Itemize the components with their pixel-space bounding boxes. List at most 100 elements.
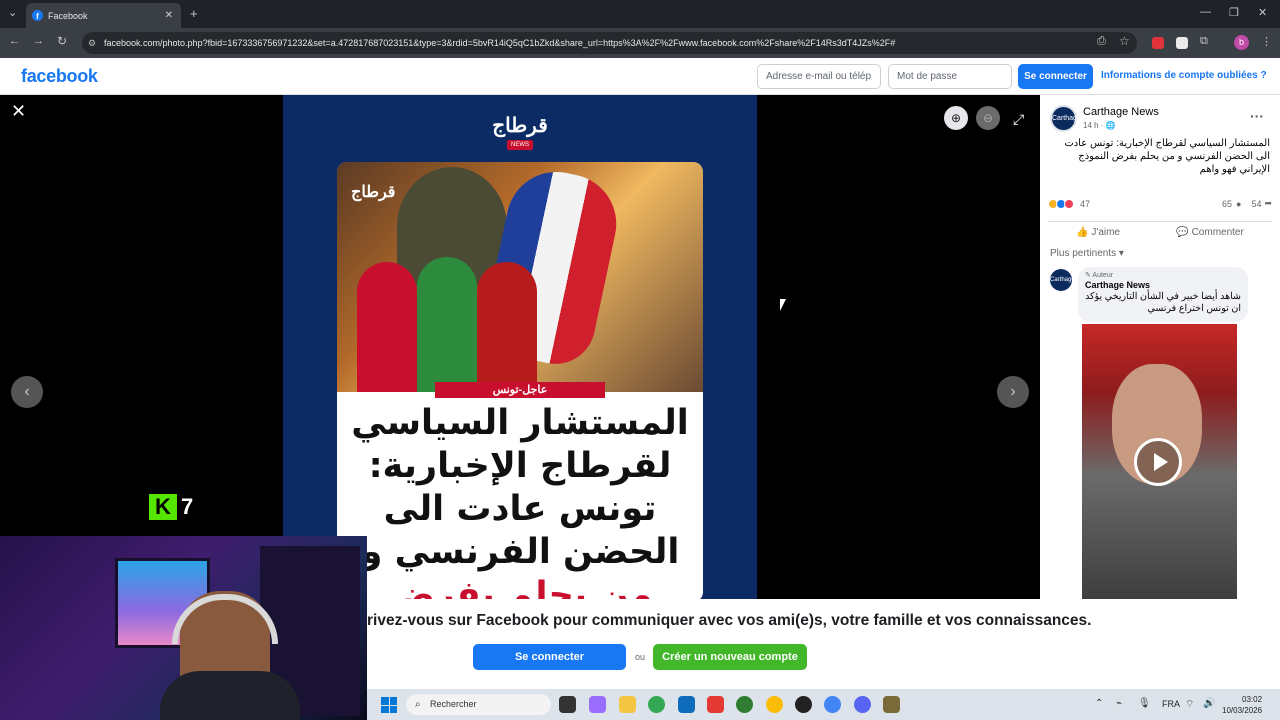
bookmark-star-icon[interactable]: ☆ (1119, 34, 1130, 48)
facebook-favicon-icon: f (32, 10, 43, 21)
extension-red-icon[interactable] (1152, 37, 1164, 49)
file-explorer-icon[interactable] (619, 696, 636, 713)
photo-brand-logo: قرطاج (492, 115, 548, 137)
share-count[interactable]: 54 (1251, 199, 1261, 209)
app-icon[interactable] (883, 696, 900, 713)
tray-chevron-icon[interactable]: ⌃ (1095, 698, 1103, 709)
close-viewer-icon[interactable]: ✕ (11, 101, 26, 122)
like-icon: 👍 (1076, 227, 1089, 238)
windows-start-icon[interactable] (381, 697, 397, 713)
facebook-logo[interactable]: facebook (21, 66, 98, 87)
extensions-puzzle-icon[interactable]: ⧉ (1200, 35, 1208, 48)
browser-tab-bar: ⌄ f Facebook ✕ + — ❐ ✕ (0, 0, 1280, 28)
tray-wifi-icon[interactable]: ⌔ (1185, 698, 1194, 711)
restore-icon[interactable]: ❐ (1229, 6, 1239, 19)
comment-text: شاهد أيضا خبير في الشأن التاريخي يؤكد ان… (1085, 291, 1241, 314)
reload-icon[interactable]: ↻ (57, 34, 67, 48)
child-tunisia-flag (357, 262, 417, 392)
headline-red-text: من يحلم بفرض النموذج الإيراني فهو واهم (387, 575, 653, 599)
photo-card: قرطاج عاجل-تونس المستشار السياسي لقرطاج … (337, 162, 703, 599)
next-photo-button[interactable]: › (997, 376, 1029, 408)
tab-list-icon[interactable]: ⌄ (8, 6, 17, 19)
taskbar-clock[interactable]: 03:02 10/03/2026 (1222, 694, 1262, 716)
comment-bubble: ✎ Auteur Carthage News شاهد أيضا خبير في… (1078, 267, 1248, 322)
taskbar-search[interactable]: ⌕ Rechercher (406, 694, 551, 715)
comment-video-thumbnail[interactable] (1082, 324, 1237, 599)
page-name[interactable]: Carthage News (1083, 106, 1159, 118)
reactions-summary[interactable]: 47 65 ● 54 ➦ (1048, 198, 1272, 209)
tray-network-icon[interactable]: ⌁ (1116, 698, 1122, 709)
windows-taskbar: ⌕ Rechercher ⌃ ⌁ 🎙 FRA ⌔ 🔊 03:02 10/03/2… (367, 689, 1280, 720)
email-field[interactable]: Adresse e-mail ou télép (757, 64, 881, 89)
login-button[interactable]: Se connecter (1018, 64, 1093, 89)
wps-icon[interactable] (707, 696, 724, 713)
keyboard-language[interactable]: FRA (1162, 699, 1180, 709)
share-count-icon: ➦ (1264, 198, 1272, 208)
comment-button[interactable]: 💬 Commenter (1176, 227, 1243, 238)
close-window-icon[interactable]: ✕ (1258, 6, 1267, 19)
globe-icon: 🌐 (1105, 121, 1116, 130)
comment-author-avatar[interactable]: Carthage (1050, 269, 1075, 291)
post-actions: 👍 J'aime 💬 Commenter (1048, 221, 1272, 243)
urgent-label: عاجل-تونس (435, 382, 605, 398)
comment-sort-dropdown[interactable]: Plus pertinents ▾ (1050, 248, 1124, 259)
fullscreen-icon[interactable]: ⤢ (1013, 111, 1024, 128)
like-button[interactable]: 👍 J'aime (1076, 227, 1120, 238)
zoom-in-icon[interactable]: ⊕ (944, 106, 968, 130)
new-tab-button[interactable]: + (190, 6, 198, 21)
browser-menu-icon[interactable]: ⋮ (1261, 35, 1272, 48)
search-icon: ⌕ (415, 699, 421, 710)
url-text: facebook.com/photo.php?fbid=167333675697… (104, 38, 896, 48)
discord-icon[interactable] (854, 696, 871, 713)
browser-toolbar: ← → ↻ ⚙ facebook.com/photo.php?fbid=1673… (0, 28, 1280, 58)
stream-logo-icon: K (149, 494, 177, 520)
play-icon[interactable] (1134, 438, 1182, 486)
webcam-shirt (160, 671, 300, 720)
extension-diamond-icon[interactable] (1176, 37, 1188, 49)
back-icon[interactable]: ← (9, 35, 20, 47)
post-photo: قرطاج NEWS قرطاج عاجل-تونس المستشار السي… (283, 95, 757, 599)
task-view-icon[interactable] (559, 696, 576, 713)
author-badge: ✎ Auteur (1085, 272, 1114, 279)
banner-login-button[interactable]: Se connecter (473, 644, 626, 670)
comment-author-name[interactable]: Carthage News (1085, 280, 1241, 290)
page-avatar[interactable]: Carthage (1050, 105, 1081, 132)
zoom-out-icon[interactable]: ⊖ (976, 106, 1000, 130)
chrome-profile-icon[interactable] (736, 696, 753, 713)
forgot-account-link[interactable]: Informations de compte oubliées ? (1101, 70, 1267, 81)
clock-time: 03:02 (1242, 695, 1263, 704)
create-account-button[interactable]: Créer un nouveau compte (653, 644, 807, 670)
previous-photo-button[interactable]: ‹ (11, 376, 43, 408)
outlook-icon[interactable] (678, 696, 695, 713)
mouse-cursor-icon (780, 299, 786, 311)
tray-microphone-icon[interactable]: 🎙 (1138, 698, 1151, 709)
password-field[interactable]: Mot de passe (888, 64, 1012, 89)
stream-overlay-count: 7 (181, 494, 194, 519)
stream-overlay-badge: K7 (149, 494, 193, 520)
comment-count[interactable]: 65 (1222, 199, 1232, 209)
close-tab-icon[interactable]: ✕ (165, 10, 173, 21)
copilot-icon[interactable] (589, 696, 606, 713)
minimize-icon[interactable]: — (1200, 6, 1211, 18)
chrome-icon[interactable] (648, 696, 665, 713)
site-info-icon[interactable]: ⚙ (88, 32, 96, 54)
profile-avatar[interactable]: b (1234, 35, 1249, 50)
more-options-icon[interactable]: ··· (1250, 108, 1264, 124)
address-bar[interactable]: ⚙ facebook.com/photo.php?fbid=1673336756… (82, 32, 1137, 54)
tray-volume-icon[interactable]: 🔊 (1203, 698, 1215, 709)
facebook-header: facebook Adresse e-mail ou télép Mot de … (0, 58, 1280, 95)
taskbar-search-placeholder: Rechercher (430, 699, 477, 709)
photo-headline: المستشار السياسي لقرطاج الإخبارية: تونس … (337, 402, 703, 599)
forward-icon[interactable]: → (33, 35, 44, 47)
headline-black-text: المستشار السياسي لقرطاج الإخبارية: تونس … (351, 403, 689, 572)
chrome-alt-icon[interactable] (824, 696, 841, 713)
install-app-icon[interactable]: ⎙ (1097, 35, 1106, 48)
chrome-active-icon[interactable] (766, 696, 783, 713)
obs-icon[interactable] (795, 696, 812, 713)
reaction-count: 47 (1080, 198, 1091, 209)
photo-viewer: ✕ قرطاج NEWS قرطاج عاجل-تونس المستشار ال… (0, 95, 1040, 599)
news-badge: NEWS (507, 140, 533, 150)
post-time: 14 h · 🌐 (1083, 121, 1116, 130)
tab-title: Facebook (48, 10, 88, 21)
browser-tab-facebook[interactable]: f Facebook ✕ (26, 3, 181, 28)
